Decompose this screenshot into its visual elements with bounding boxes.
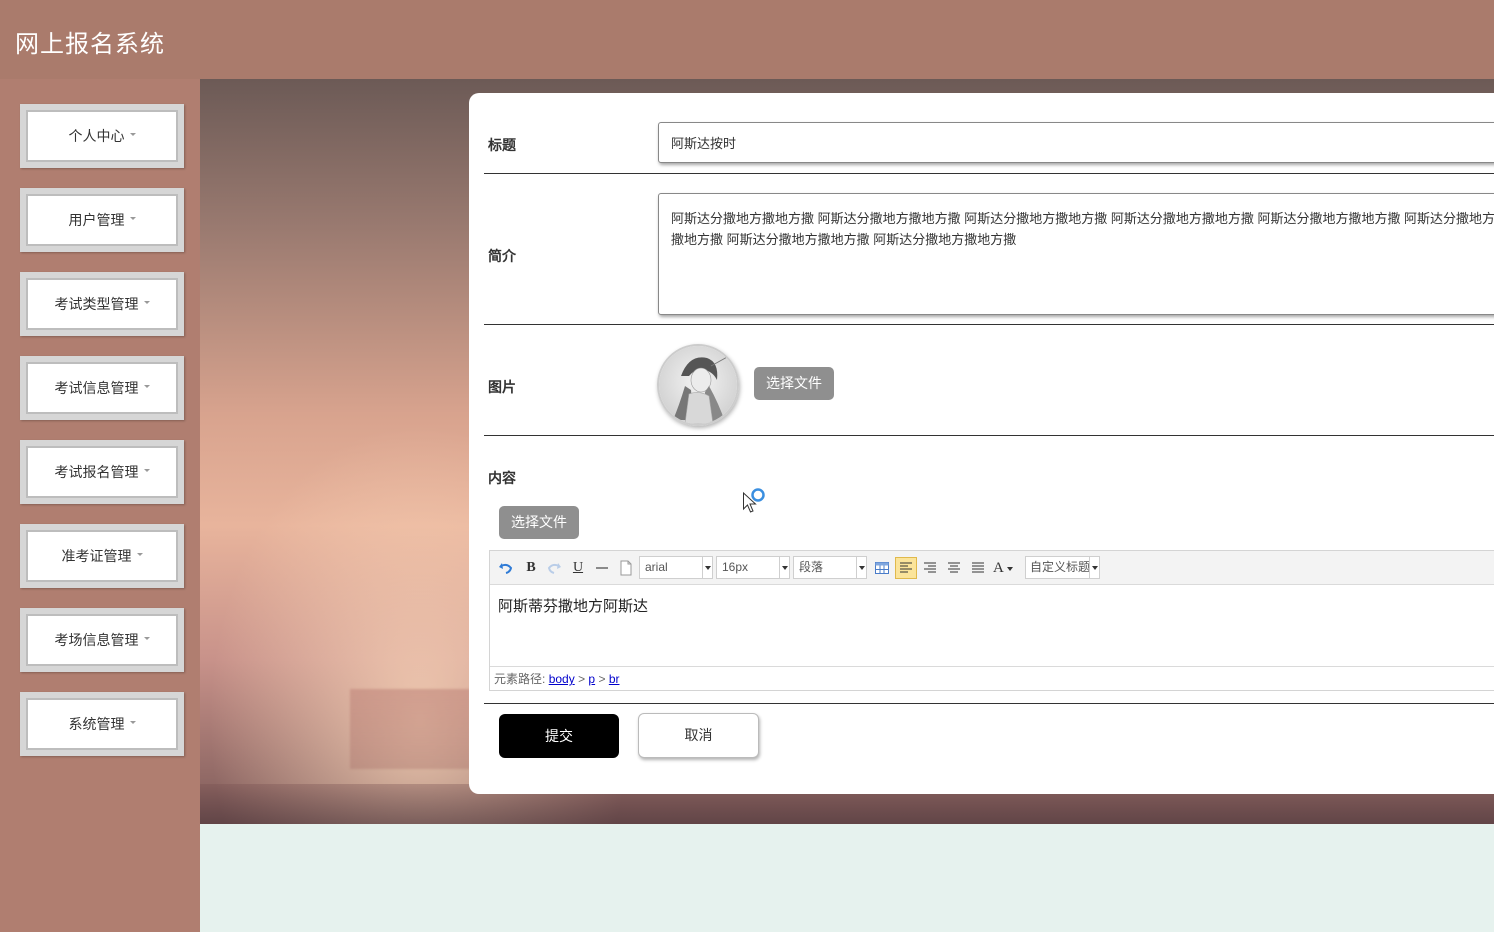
chevron-down-icon	[1006, 566, 1013, 571]
custom-title-select[interactable]: 自定义标题	[1025, 556, 1100, 579]
sidebar-item-label: 系统管理	[68, 716, 125, 732]
sidebar-item-label: 个人中心	[68, 128, 125, 144]
document-icon	[620, 560, 632, 576]
chevron-down-icon	[1089, 557, 1099, 578]
align-justify-button[interactable]	[968, 557, 988, 579]
font-size-select[interactable]: 16px	[716, 556, 790, 579]
divider	[484, 173, 1494, 174]
content-choose-file-button[interactable]: 选择文件	[499, 506, 579, 539]
background-city-silhouette	[350, 689, 470, 769]
chevron-down-icon	[779, 557, 789, 578]
divider	[484, 324, 1494, 325]
align-left-icon	[900, 562, 912, 573]
intro-label: 简介	[488, 248, 516, 264]
app-title: 网上报名系统	[15, 31, 165, 58]
submit-button[interactable]: 提交	[499, 714, 619, 758]
undo-icon	[499, 563, 513, 574]
sidebar-item-exam-room-management[interactable]: 考场信息管理	[20, 608, 184, 672]
paragraph-format-select[interactable]: 段落	[793, 556, 867, 579]
edit-form-panel: 标题 阿斯达按时 简介 阿斯达分撒地方撒地方撒 阿斯达分撒地方撒地方撒 阿斯达分…	[469, 93, 1494, 794]
image-label: 图片	[488, 379, 516, 395]
custom-title-value: 自定义标题	[1030, 560, 1091, 574]
sidebar-item-system-management[interactable]: 系统管理	[20, 692, 184, 756]
sidebar-item-exam-type-management[interactable]: 考试类型管理	[20, 272, 184, 336]
caret-down-icon	[136, 552, 143, 556]
align-center-button[interactable]	[944, 557, 964, 579]
sidebar-item-exam-info-management[interactable]: 考试信息管理	[20, 356, 184, 420]
redo-icon	[547, 563, 561, 574]
sidebar-item-label: 考场信息管理	[54, 632, 139, 648]
caret-down-icon	[129, 720, 136, 724]
bold-button[interactable]: B	[521, 557, 541, 579]
element-path-label: 元素路径:	[494, 672, 546, 686]
font-color-icon: A	[993, 560, 1004, 576]
caret-down-icon	[129, 132, 136, 136]
path-link-body[interactable]: body	[549, 672, 575, 686]
chevron-down-icon	[856, 557, 866, 578]
mouse-cursor-icon	[743, 488, 765, 513]
align-center-icon	[948, 562, 960, 573]
chevron-down-icon	[702, 557, 712, 578]
horizontal-rule-icon	[596, 567, 608, 569]
font-family-select[interactable]: arial	[639, 556, 713, 579]
align-left-button[interactable]	[895, 557, 917, 579]
sidebar-item-personal-center[interactable]: 个人中心	[20, 104, 184, 168]
caret-down-icon	[143, 300, 150, 304]
align-justify-icon	[972, 562, 984, 573]
intro-textarea[interactable]: 阿斯达分撒地方撒地方撒 阿斯达分撒地方撒地方撒 阿斯达分撒地方撒地方撒 阿斯达分…	[658, 193, 1494, 315]
underline-button[interactable]: U	[568, 557, 588, 579]
avatar-illustration	[659, 346, 737, 424]
horizontal-rule-button[interactable]	[592, 557, 612, 579]
editor-content[interactable]: 阿斯蒂芬撒地方阿斯达	[498, 595, 648, 616]
path-link-p[interactable]: p	[588, 672, 595, 686]
title-label: 标题	[488, 137, 516, 153]
sidebar-item-label: 考试报名管理	[54, 464, 139, 480]
new-document-button[interactable]	[616, 557, 636, 579]
align-right-button[interactable]	[920, 557, 940, 579]
content-label: 内容	[488, 470, 516, 486]
path-separator: >	[598, 672, 606, 686]
caret-down-icon	[129, 216, 136, 220]
sidebar: 个人中心 用户管理 考试类型管理 考试信息管理 考试报名管理 准考证管理 考场信…	[0, 79, 200, 932]
sidebar-item-label: 准考证管理	[61, 548, 132, 564]
caret-down-icon	[143, 384, 150, 388]
insert-table-button[interactable]	[872, 557, 892, 579]
avatar-image	[657, 344, 739, 426]
sidebar-item-label: 用户管理	[68, 212, 125, 228]
cancel-button[interactable]: 取消	[638, 713, 759, 758]
sidebar-item-admission-ticket-management[interactable]: 准考证管理	[20, 524, 184, 588]
font-color-button[interactable]: A	[993, 557, 1019, 579]
image-choose-file-button[interactable]: 选择文件	[754, 367, 834, 400]
sidebar-item-exam-registration-management[interactable]: 考试报名管理	[20, 440, 184, 504]
divider	[484, 703, 1494, 704]
font-size-value: 16px	[722, 560, 749, 574]
table-icon	[875, 562, 889, 574]
sidebar-item-label: 考试信息管理	[54, 380, 139, 396]
app-header: 网上报名系统	[0, 0, 1494, 79]
sidebar-item-user-management[interactable]: 用户管理	[20, 188, 184, 252]
undo-button[interactable]	[496, 557, 516, 579]
title-input[interactable]: 阿斯达按时	[658, 122, 1494, 163]
divider	[484, 435, 1494, 436]
rich-text-editor: B U arial 16px 段落 A 自定义标题 阿斯蒂芬撒地方阿斯达 元素路…	[489, 550, 1494, 691]
element-path-bar: 元素路径: body > p > br	[490, 666, 1494, 691]
sidebar-item-label: 考试类型管理	[54, 296, 139, 312]
caret-down-icon	[143, 636, 150, 640]
paragraph-format-value: 段落	[799, 560, 824, 574]
path-link-br[interactable]: br	[609, 672, 620, 686]
editor-toolbar: B U arial 16px 段落 A 自定义标题	[490, 551, 1494, 585]
path-separator: >	[578, 672, 586, 686]
font-family-value: arial	[645, 560, 668, 574]
align-right-icon	[924, 562, 936, 573]
caret-down-icon	[143, 468, 150, 472]
redo-button[interactable]	[544, 557, 564, 579]
